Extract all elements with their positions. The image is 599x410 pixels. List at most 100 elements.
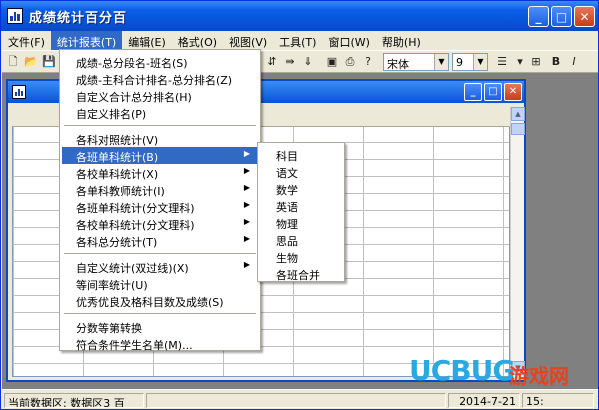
stats-menu-item-g4-1[interactable]: 符合条件学生名单(M)... <box>62 335 258 352</box>
menu-item-3[interactable]: 格式(O) <box>172 31 223 50</box>
image-icon[interactable]: ▣ <box>324 54 340 70</box>
stats-menu-item-g2-3-label: 各单科教师统计(I) <box>76 185 165 198</box>
menu-item-5[interactable]: 工具(T) <box>273 31 322 50</box>
stats-menu-item-g2-4-label: 各班单科统计(分文理科) <box>76 202 195 215</box>
stats-menu-item-g2-5-label: 各校单科统计(分文理科) <box>76 219 195 232</box>
child-chart-icon <box>12 85 26 99</box>
submenu-arrow-icon: ▶ <box>243 217 250 226</box>
chevron-down-icon[interactable]: ▼ <box>473 54 487 70</box>
minimize-button[interactable]: _ <box>528 6 549 27</box>
sort-icon[interactable]: ⇵ <box>264 54 280 70</box>
subject-item-7[interactable]: 各班合并 <box>260 265 342 282</box>
stats-menu-item-g2-2[interactable]: 各校单科统计(X) ▶ <box>62 164 258 181</box>
child-maximize-button[interactable]: □ <box>484 83 502 101</box>
help-icon[interactable]: ? <box>360 54 376 70</box>
stats-menu-item-0[interactable]: 成绩-总分段名-班名(S) <box>62 53 258 70</box>
current-area-label: 当前数据区: <box>8 397 67 408</box>
app-chart-icon <box>7 8 23 24</box>
subject-item-3[interactable]: 英语 <box>260 197 342 214</box>
subject-item-0[interactable]: 科目 <box>260 146 342 163</box>
title-bar[interactable]: 成绩统计百分百 _ □ ✕ <box>1 1 598 31</box>
stats-menu-item-g2-2-label: 各校单科统计(X) <box>76 168 159 181</box>
close-button[interactable]: ✕ <box>574 6 595 27</box>
stats-menu-item-g2-6-label: 各科总分统计(T) <box>76 236 158 249</box>
scroll-up-icon[interactable]: ▲ <box>511 107 525 121</box>
watermark-brand: UCBUG <box>409 354 515 387</box>
subject-item-2[interactable]: 数学 <box>260 180 342 197</box>
menu-item-1[interactable]: 统计报表(T) <box>50 31 123 50</box>
chevron-down-icon[interactable]: ▼ <box>434 54 448 70</box>
submenu-arrow-icon: ▶ <box>243 260 250 269</box>
main-window: 成绩统计百分百 _ □ ✕ 文件(F) 统计报表(T) 编辑(E) 格式(O) 视图(V… <box>0 0 599 410</box>
stats-menu-item-g2-5[interactable]: 各校单科统计(分文理科) ▶ <box>62 215 258 232</box>
stats-menu-item-1-label: 成绩-主科合计排名-总分排名(Z) <box>76 74 233 87</box>
bold-button[interactable]: B <box>548 54 564 70</box>
scroll-thumb[interactable] <box>511 123 525 135</box>
stats-menu-item-3-label: 自定义排名(P) <box>76 108 147 121</box>
subject-item-6[interactable]: 生物 <box>260 248 342 265</box>
child-minimize-button[interactable]: _ <box>464 83 482 101</box>
font-size-select[interactable]: 9 ▼ <box>452 53 488 71</box>
submenu-arrow-icon: ▶ <box>243 234 250 243</box>
stats-menu-item-g4-0-label: 分数等第转换 <box>76 322 142 335</box>
submenu-arrow-icon: ▶ <box>243 149 250 158</box>
stats-menu-item-2-label: 自定义合计总分排名(H) <box>76 91 192 104</box>
stats-menu-item-g3-0[interactable]: 自定义统计(双过线)(X) ▶ <box>62 258 258 275</box>
menu-separator <box>64 125 256 126</box>
save-icon[interactable]: 💾 <box>41 54 57 70</box>
status-panel <box>146 393 446 408</box>
menu-bar: 文件(F) 统计报表(T) 编辑(E) 格式(O) 视图(V) 工具(T) 窗口(W) 帮助(… <box>2 31 598 50</box>
dropdown-icon[interactable]: ▾ <box>512 54 528 70</box>
stats-menu-item-g2-6[interactable]: 各科总分统计(T) ▶ <box>62 232 258 249</box>
stats-menu-item-g2-4[interactable]: 各班单科统计(分文理科) ▶ <box>62 198 258 215</box>
stats-menu-item-g3-1[interactable]: 等间率统计(U) <box>62 275 258 292</box>
watermark-logo: UCBUG 游戏网 <box>409 354 594 388</box>
stats-menu-item-g2-0[interactable]: 各科对照统计(V) <box>62 130 258 147</box>
subject-item-1[interactable]: 语文 <box>260 163 342 180</box>
status-date: 2014-7-21 <box>448 393 520 408</box>
stats-menu-item-3[interactable]: 自定义排名(P) <box>62 104 258 121</box>
menu-item-0[interactable]: 文件(F) <box>2 31 51 50</box>
stats-menu-item-g4-1-label: 符合条件学生名单(M)... <box>76 339 193 352</box>
italic-button[interactable]: I <box>566 54 582 70</box>
stats-menu-item-g3-2-label: 优秀优良及格科目数及成绩(S) <box>76 296 224 309</box>
status-time: 15: <box>522 393 594 408</box>
stats-menu-item-2[interactable]: 自定义合计总分排名(H) <box>62 87 258 104</box>
font-name-value: 宋体 <box>387 58 409 71</box>
subject-submenu: 科目 语文 数学 英语 物理 思品 生物 各班合并 <box>257 142 345 282</box>
submenu-arrow-icon: ▶ <box>243 166 250 175</box>
stats-menu-item-g3-2[interactable]: 优秀优良及格科目数及成绩(S) <box>62 292 258 309</box>
filter-icon[interactable]: ⇓ <box>300 54 316 70</box>
window-title: 成绩统计百分百 <box>29 11 128 26</box>
subject-item-4[interactable]: 物理 <box>260 214 342 231</box>
maximize-button[interactable]: □ <box>551 6 572 27</box>
submenu-arrow-icon: ▶ <box>243 183 250 192</box>
stats-menu-item-1[interactable]: 成绩-主科合计排名-总分排名(Z) <box>62 70 258 87</box>
open-folder-icon[interactable]: 📂 <box>23 54 39 70</box>
menu-item-7[interactable]: 帮助(H) <box>376 31 427 50</box>
child-close-button[interactable]: ✕ <box>504 83 522 101</box>
stats-menu-item-g3-1-label: 等间率统计(U) <box>76 279 148 292</box>
stats-menu-item-g2-1[interactable]: 各班单科统计(B) ▶ <box>62 147 258 164</box>
current-area-value: 数据区3 百 <box>70 397 125 408</box>
grid-icon[interactable]: ⊞ <box>528 54 544 70</box>
menu-item-6[interactable]: 窗口(W) <box>322 31 375 50</box>
stats-menu-item-0-label: 成绩-总分段名-班名(S) <box>76 57 188 70</box>
stats-menu-item-g2-3[interactable]: 各单科教师统计(I) ▶ <box>62 181 258 198</box>
print-icon[interactable]: ⎙ <box>342 54 358 70</box>
font-name-select[interactable]: 宋体 ▼ <box>383 53 449 71</box>
menu-item-2[interactable]: 编辑(E) <box>122 31 172 50</box>
menu-separator <box>64 253 256 254</box>
menu-item-4[interactable]: 视图(V) <box>223 31 273 50</box>
stats-menu-item-g3-0-label: 自定义统计(双过线)(X) <box>76 262 189 275</box>
current-data-area: 当前数据区: 数据区3 百 <box>4 393 144 408</box>
border-icon[interactable]: ☰ <box>494 54 510 70</box>
stats-menu-item-g2-0-label: 各科对照统计(V) <box>76 134 159 147</box>
submenu-arrow-icon: ▶ <box>243 200 250 209</box>
new-file-icon[interactable]: 🗋 <box>5 54 21 70</box>
export-icon[interactable]: ⇛ <box>282 54 298 70</box>
vertical-scrollbar[interactable]: ▲ ▼ <box>510 107 525 377</box>
subject-item-5[interactable]: 思品 <box>260 231 342 248</box>
stats-menu-item-g2-1-label: 各班单科统计(B) <box>76 151 159 164</box>
stats-menu-item-g4-0[interactable]: 分数等第转换 <box>62 318 258 335</box>
